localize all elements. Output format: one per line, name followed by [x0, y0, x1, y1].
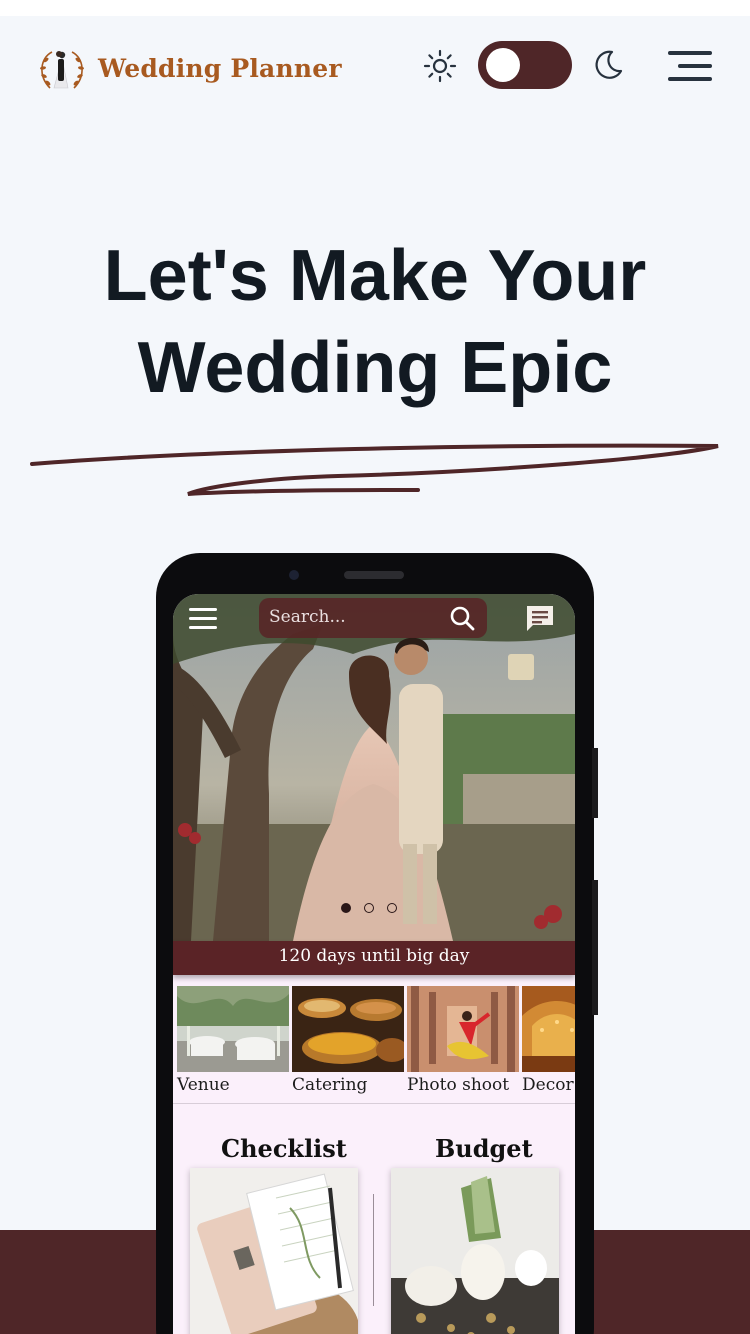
category-label: Venue: [177, 1075, 230, 1095]
budget-title[interactable]: Budget: [435, 1134, 533, 1163]
category-catering[interactable]: Catering: [292, 986, 404, 1095]
phone-side-button: [592, 748, 598, 818]
photo-shoot-image: [407, 986, 519, 1072]
category-label: Catering: [292, 1075, 368, 1095]
category-decor[interactable]: Decor: [522, 986, 575, 1095]
underline-swoosh: [30, 443, 719, 496]
category-photo-shoot[interactable]: Photo shoot: [407, 986, 519, 1095]
category-venue[interactable]: Venue: [177, 986, 289, 1095]
decor-image: [522, 986, 575, 1072]
brand-name: Wedding Planner: [98, 53, 342, 83]
checklist-card[interactable]: [190, 1168, 358, 1334]
toggle-knob: [486, 48, 520, 82]
carousel-dot[interactable]: [387, 903, 397, 913]
category-label: Photo shoot: [407, 1075, 510, 1095]
moon-icon[interactable]: [590, 47, 626, 83]
category-strip: Venue Catering Photo shoot Decor: [173, 984, 575, 1104]
piggy-bank-image: [391, 1168, 559, 1334]
chat-icon[interactable]: [525, 604, 555, 632]
phone-side-button: [592, 880, 598, 1015]
app-menu-icon[interactable]: [189, 608, 217, 630]
status-strip: [0, 0, 750, 16]
theme-toggle[interactable]: [478, 41, 572, 89]
carousel-dot[interactable]: [341, 903, 351, 913]
venue-image: [177, 986, 289, 1072]
hero-title-line2: Wedding Epic: [137, 328, 613, 408]
phone-speaker: [344, 571, 404, 579]
category-label: Decor: [522, 1075, 574, 1095]
search-input[interactable]: Search...: [259, 598, 487, 638]
budget-card[interactable]: [391, 1168, 559, 1334]
hero-title: Let's Make Your Wedding Epic: [0, 230, 750, 414]
catering-image: [292, 986, 404, 1072]
sun-icon[interactable]: [422, 48, 458, 84]
phone-camera: [289, 570, 299, 580]
search-icon[interactable]: [449, 605, 475, 631]
planner-image: [190, 1168, 358, 1334]
app-screen: Search... 120 days until big day Venue C…: [173, 594, 575, 1334]
section-divider: [373, 1194, 374, 1306]
couple-photo-image: [173, 594, 575, 941]
search-placeholder: Search...: [269, 607, 346, 627]
carousel-dots: [341, 903, 397, 913]
couple-wreath-icon: [40, 51, 84, 89]
couple-photo[interactable]: Search...: [173, 594, 575, 941]
site-header: Wedding Planner: [0, 16, 750, 116]
carousel-dot[interactable]: [364, 903, 374, 913]
countdown-banner: 120 days until big day: [173, 941, 575, 975]
hamburger-icon[interactable]: [666, 47, 714, 85]
hero-title-line1: Let's Make Your: [103, 236, 647, 316]
brand-logo[interactable]: Wedding Planner: [32, 44, 342, 92]
checklist-title[interactable]: Checklist: [221, 1134, 347, 1163]
